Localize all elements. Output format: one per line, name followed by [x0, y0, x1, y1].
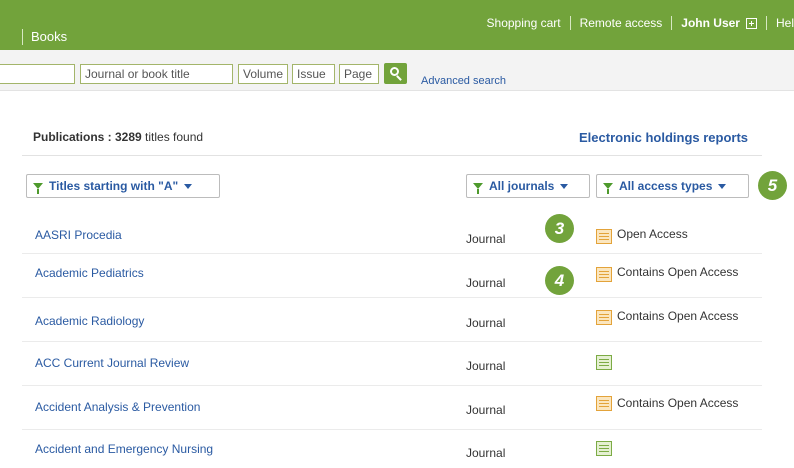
- callout-badge: 5: [758, 171, 787, 200]
- publication-title-link[interactable]: Academic Pediatrics: [35, 266, 144, 280]
- access-status: Contains Open Access: [617, 396, 739, 410]
- publication-type: Journal: [466, 276, 506, 290]
- page-field[interactable]: Page: [339, 64, 379, 84]
- list-item: ACC Current Journal Review Journal: [22, 342, 762, 386]
- access-type-filter[interactable]: All access types: [596, 174, 749, 198]
- filter-icon: [473, 183, 483, 194]
- volume-field[interactable]: Volume: [238, 64, 288, 84]
- publication-title-link[interactable]: Accident and Emergency Nursing: [35, 442, 213, 456]
- publication-type: Journal: [466, 446, 506, 460]
- access-type-filter-label: All access types: [619, 179, 713, 193]
- title-letter-filter-label: Titles starting with "A": [49, 179, 179, 193]
- journal-type-filter[interactable]: All journals: [466, 174, 590, 198]
- nav-divider: [22, 29, 23, 45]
- list-item: Accident Analysis & Prevention Journal C…: [22, 386, 762, 430]
- help-link[interactable]: Hel: [776, 16, 794, 30]
- publication-type: Journal: [466, 403, 506, 417]
- subscribed-icon: [596, 441, 612, 456]
- search-icon-handle: [396, 75, 402, 81]
- filter-icon: [603, 183, 613, 194]
- publication-title-link[interactable]: AASRI Procedia: [35, 228, 122, 242]
- chevron-down-icon: [718, 183, 727, 189]
- access-status: Open Access: [617, 227, 688, 241]
- publication-title-link[interactable]: Accident Analysis & Prevention: [35, 400, 200, 414]
- publication-title-link[interactable]: Academic Radiology: [35, 314, 144, 328]
- page-placeholder: Page: [344, 67, 373, 81]
- search-all-field[interactable]: [0, 64, 75, 84]
- journal-type-filter-label: All journals: [489, 179, 555, 193]
- partial-open-access-icon: [596, 310, 612, 325]
- filter-icon: [33, 183, 43, 194]
- chevron-down-icon: [560, 183, 569, 189]
- list-item: Academic Pediatrics Journal Contains Ope…: [22, 254, 762, 298]
- publication-title-link[interactable]: ACC Current Journal Review: [35, 356, 189, 370]
- quick-search-bar: Journal or book title Volume Issue Page: [0, 50, 794, 91]
- shopping-cart-link[interactable]: Shopping cart: [487, 16, 561, 30]
- link-divider: [569, 16, 571, 30]
- expand-plus-icon[interactable]: [745, 17, 757, 29]
- remote-access-link[interactable]: Remote access: [580, 16, 663, 30]
- link-divider: [671, 16, 673, 30]
- subscribed-icon: [596, 355, 612, 370]
- volume-placeholder: Volume: [243, 67, 284, 81]
- list-item: AASRI Procedia Journal Open Access: [22, 210, 762, 254]
- electronic-holdings-link[interactable]: Electronic holdings reports: [579, 130, 748, 145]
- partial-open-access-icon: [596, 267, 612, 282]
- partial-open-access-icon: [596, 396, 612, 411]
- issue-field[interactable]: Issue: [292, 64, 335, 84]
- search-button[interactable]: [384, 63, 407, 84]
- journal-title-placeholder: Journal or book title: [85, 67, 190, 81]
- list-item: Accident and Emergency Nursing Journal: [22, 430, 762, 468]
- publication-type: Journal: [466, 359, 506, 373]
- title-letter-filter[interactable]: Titles starting with "A": [26, 174, 220, 198]
- access-status: Contains Open Access: [617, 265, 739, 279]
- nav-books-link[interactable]: Books: [31, 29, 67, 44]
- top-nav-bar: Books Shopping cart Remote access John U…: [0, 0, 794, 50]
- chevron-down-icon: [184, 183, 193, 189]
- results-count-suffix: titles found: [141, 130, 204, 144]
- link-divider: [765, 16, 767, 30]
- open-access-icon: [596, 229, 612, 244]
- user-menu[interactable]: John User: [681, 16, 740, 30]
- journal-title-field[interactable]: Journal or book title: [80, 64, 233, 84]
- account-links: Shopping cart Remote access John User He…: [487, 15, 794, 31]
- results-count: Publications : 3289 titles found: [33, 130, 203, 144]
- divider: [22, 155, 762, 156]
- publication-type: Journal: [466, 316, 506, 330]
- advanced-search-link[interactable]: Advanced search: [421, 75, 506, 87]
- issue-placeholder: Issue: [297, 67, 326, 81]
- list-item: Academic Radiology Journal Contains Open…: [22, 298, 762, 342]
- publication-type: Journal: [466, 232, 506, 246]
- access-status: Contains Open Access: [617, 309, 739, 323]
- results-count-label: Publications : 3289: [33, 130, 142, 144]
